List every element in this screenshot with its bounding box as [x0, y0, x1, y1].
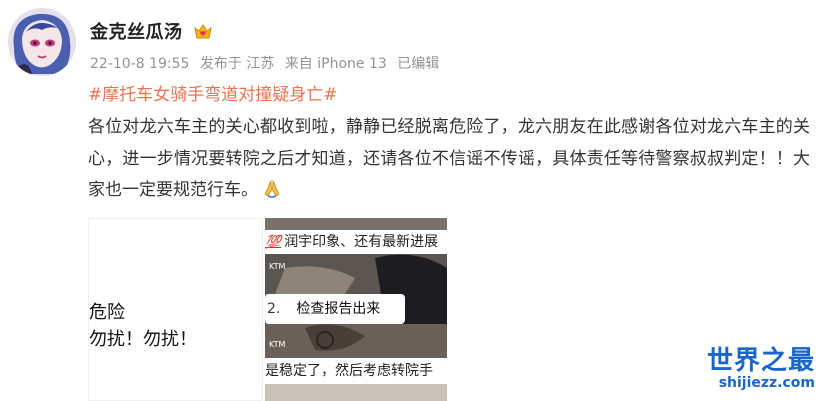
watermark-title: 世界之最: [706, 346, 815, 376]
image-2-caption-mid: 2. 检查报告出来: [265, 294, 405, 324]
image-2-caption-top: 💯 润宇印象、还有最新进展: [265, 230, 447, 254]
post-meta: 22-10-8 19:55 发布于 江苏 来自 iPhone 13 已编辑: [90, 53, 445, 73]
post-image-1[interactable]: 危险 勿扰！勿扰！: [88, 218, 263, 401]
avatar-image: [8, 8, 76, 76]
hundred-points-icon: 💯: [265, 235, 282, 250]
image-2-mid-text: 检查报告出来: [296, 301, 381, 317]
watermark: 世界之最 shijiezz.com: [707, 340, 815, 391]
post-date[interactable]: 22-10-8 19:55: [90, 56, 189, 72]
post-body: 各位对龙六车主的关心都收到啦，静静已经脱离危险了，龙六朋友在此感谢各位对龙六车主…: [88, 112, 810, 207]
username-text[interactable]: 金克丝瓜汤: [90, 22, 183, 43]
username[interactable]: 金克丝瓜汤: [90, 18, 213, 44]
watermark-url: shijiezz.com: [718, 375, 815, 391]
post-text: 各位对龙六车主的关心都收到啦，静静已经脱离危险了，龙六朋友在此感谢各位对龙六车主…: [88, 117, 810, 200]
folded-hands-icon: [264, 179, 280, 198]
post-source: 来自 iPhone 13: [284, 56, 387, 72]
avatar[interactable]: [8, 8, 76, 76]
hashtag-link[interactable]: #摩托车女骑手弯道对撞疑身亡#: [88, 80, 338, 105]
crown-heart-icon: [194, 24, 213, 39]
ktm-label-2: KTM: [269, 340, 286, 349]
ktm-label-1: KTM: [269, 262, 286, 271]
edited-label[interactable]: 已编辑: [397, 56, 439, 72]
image-2-mid-prefix: 2.: [267, 301, 281, 317]
image-1-line-1: 危险: [89, 302, 125, 323]
image-1-line-2: 勿扰！勿扰！: [89, 329, 197, 350]
image-1-text: 危险 勿扰！勿扰！: [89, 299, 197, 353]
image-2-caption-bottom: 是稳定了，然后考虑转院手: [265, 358, 447, 384]
image-2-top-text: 润宇印象、还有最新进展: [284, 234, 439, 250]
post-image-2[interactable]: 💯 润宇印象、还有最新进展 KTM 2. 检查报告出来 KTM 是稳定了，然后考虑转…: [265, 218, 447, 401]
post-location: 发布于 江苏: [199, 56, 275, 72]
